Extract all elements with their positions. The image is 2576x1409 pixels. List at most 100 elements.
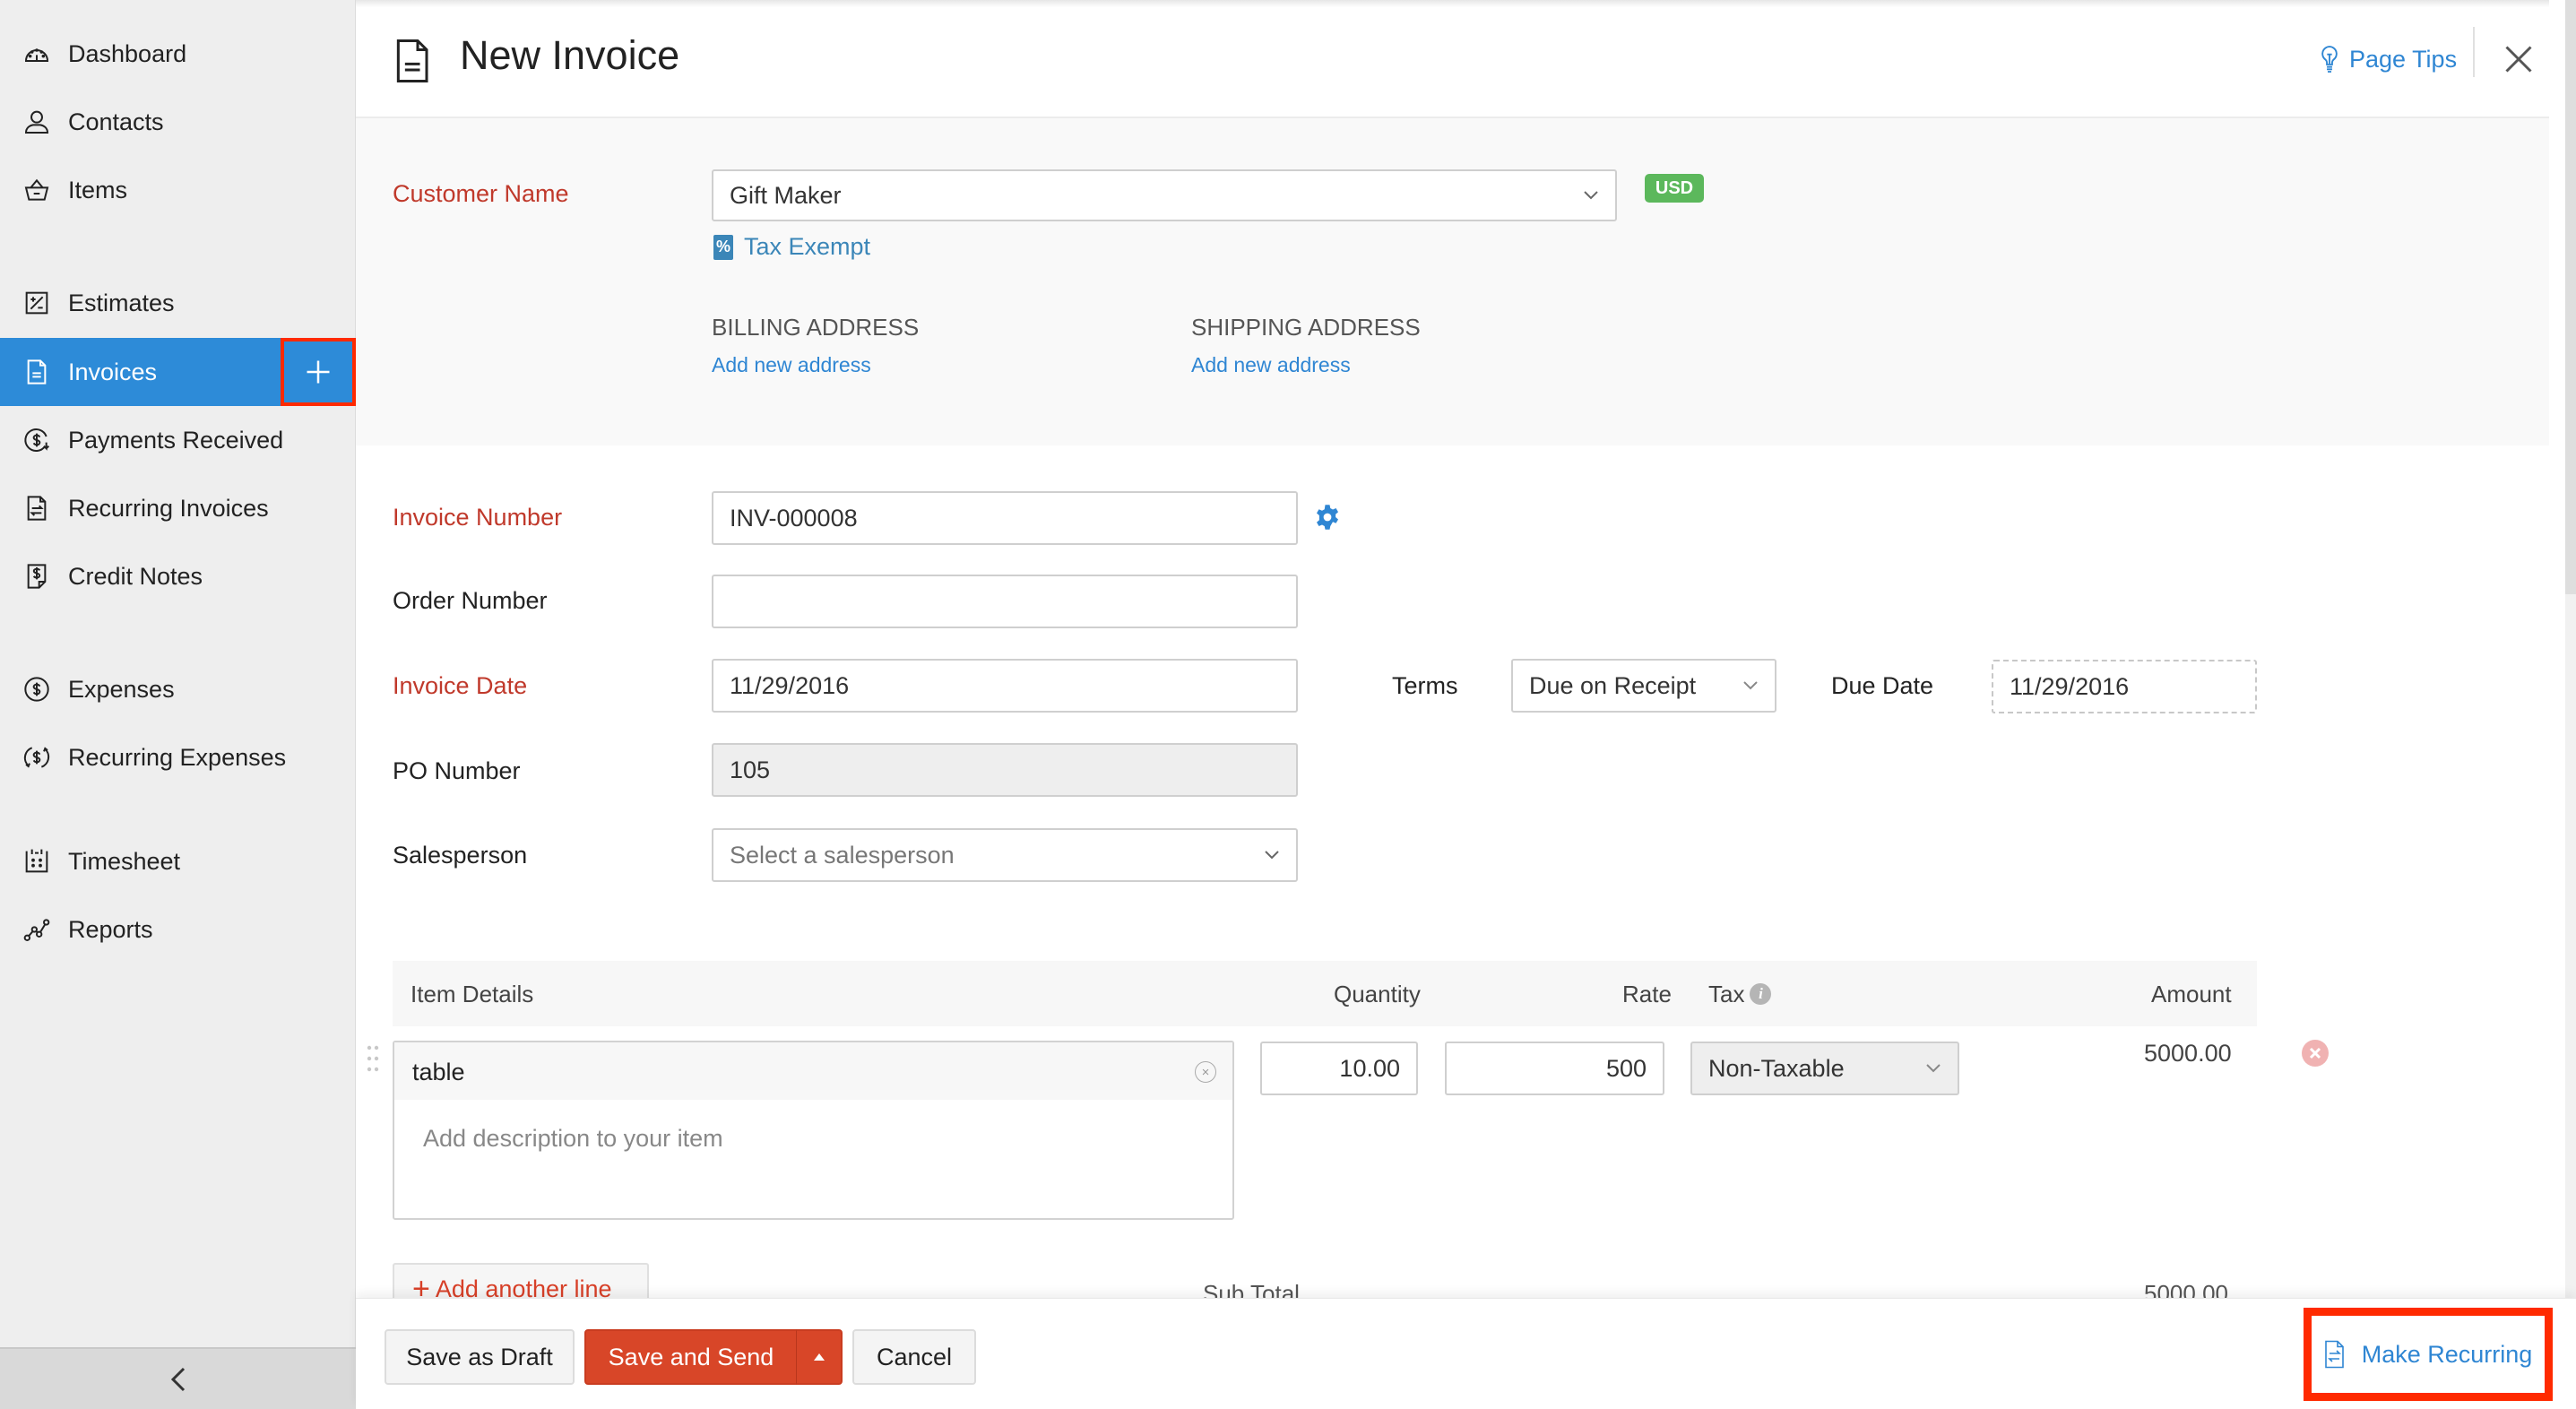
caret-up-icon	[813, 1353, 825, 1361]
invoice-number-value: INV-000008	[730, 504, 858, 532]
po-number-value: 105	[730, 756, 771, 783]
footer-bar: Save as Draft Save and Send Cancel Make …	[356, 1298, 2576, 1409]
sidebar-item-label: Reports	[68, 915, 153, 943]
shipping-add-address-link[interactable]: Add new address	[1191, 353, 1351, 377]
expense-icon	[22, 674, 52, 704]
terms-value: Due on Receipt	[1529, 671, 1697, 699]
salesperson-label: Salesperson	[393, 842, 528, 869]
amount-value: 5000.00	[2144, 1040, 2232, 1067]
chevron-down-icon	[1265, 851, 1279, 860]
page-title: New Invoice	[460, 32, 680, 78]
sidebar-item-label: Items	[68, 176, 128, 203]
save-and-send-button[interactable]: Save and Send	[584, 1329, 798, 1385]
credit-note-icon	[22, 561, 52, 592]
billing-add-address-link[interactable]: Add new address	[712, 353, 871, 377]
basket-icon	[22, 175, 52, 205]
reports-icon	[22, 914, 52, 945]
sidebar-item-label: Expenses	[68, 675, 175, 703]
sidebar-item-label: Recurring Expenses	[68, 743, 287, 771]
due-date-input[interactable]: 11/29/2016	[1992, 660, 2257, 713]
invoice-date-label: Invoice Date	[393, 672, 528, 699]
collapse-sidebar-button[interactable]	[0, 1347, 356, 1409]
column-header-item-details: Item Details	[411, 981, 534, 1007]
sidebar-item-label: Invoices	[68, 358, 158, 385]
cancel-button[interactable]: Cancel	[852, 1329, 976, 1385]
info-icon[interactable]: i	[1750, 983, 1772, 1006]
item-description-input[interactable]: Add description to your item	[394, 1100, 1232, 1218]
recurring-invoice-icon	[2324, 1340, 2344, 1369]
salesperson-placeholder: Select a salesperson	[730, 841, 955, 869]
recurring-expense-icon	[22, 742, 52, 773]
sidebar-item-contacts[interactable]: Contacts	[0, 88, 356, 156]
gear-icon[interactable]	[1314, 504, 1341, 531]
sidebar-item-recurring-invoices[interactable]: Recurring Invoices	[0, 474, 356, 542]
page-tips-label: Page Tips	[2349, 45, 2458, 73]
quantity-value: 10.00	[1339, 1054, 1400, 1082]
drag-handle-icon[interactable]	[367, 1044, 379, 1073]
item-name-input[interactable]: table ×	[394, 1042, 1232, 1100]
remove-row-button[interactable]	[2302, 1040, 2329, 1067]
item-description-placeholder: Add description to your item	[423, 1125, 723, 1152]
plus-icon	[307, 360, 330, 384]
invoice-date-input[interactable]: 11/29/2016	[712, 659, 1298, 713]
billing-address-heading: BILLING ADDRESS	[712, 314, 920, 341]
po-number-input[interactable]: 105	[712, 743, 1298, 797]
tax-exempt-link[interactable]: % Tax Exempt	[713, 233, 870, 261]
chevron-left-icon	[170, 1367, 185, 1391]
order-number-input[interactable]	[712, 575, 1298, 628]
new-invoice-button[interactable]	[281, 338, 356, 406]
item-name-value: table	[412, 1059, 465, 1085]
lightbulb-icon	[2321, 46, 2338, 73]
customer-name-label: Customer Name	[393, 180, 569, 207]
customer-section	[356, 118, 2549, 445]
sidebar-item-expenses[interactable]: Expenses	[0, 655, 356, 723]
rate-input[interactable]: 500	[1445, 1042, 1664, 1095]
make-recurring-label: Make Recurring	[2361, 1340, 2533, 1368]
order-number-label: Order Number	[393, 587, 548, 614]
top-shadow	[356, 0, 2549, 7]
dashboard-icon	[22, 39, 52, 69]
clear-icon[interactable]: ×	[1195, 1061, 1216, 1083]
chevron-down-icon	[1926, 1064, 1941, 1073]
sidebar-item-timesheet[interactable]: Timesheet	[0, 827, 356, 895]
column-header-rate: Rate	[1622, 981, 1672, 1007]
sidebar-item-dashboard[interactable]: Dashboard	[0, 20, 356, 88]
column-header-tax: Tax i	[1708, 981, 1772, 1008]
scrollbar-thumb[interactable]	[2565, 0, 2576, 594]
timesheet-icon	[22, 846, 52, 877]
sidebar-item-items[interactable]: Items	[0, 156, 356, 224]
sidebar-item-label: Estimates	[68, 289, 175, 316]
sidebar-item-invoices[interactable]: Invoices	[0, 338, 281, 406]
sidebar-item-reports[interactable]: Reports	[0, 895, 356, 964]
sidebar-item-label: Dashboard	[68, 39, 187, 67]
salesperson-select[interactable]: Select a salesperson	[712, 828, 1298, 882]
table-row: table × Add description to your item	[393, 1041, 1234, 1220]
tax-header-label: Tax	[1708, 981, 1745, 1007]
invoice-icon	[22, 357, 52, 387]
shipping-address-heading: SHIPPING ADDRESS	[1191, 314, 1421, 341]
customer-name-select[interactable]: Gift Maker	[712, 169, 1617, 221]
column-header-quantity: Quantity	[1334, 981, 1421, 1007]
estimates-icon	[22, 288, 52, 318]
sidebar-item-payments-received[interactable]: Payments Received	[0, 406, 356, 474]
invoice-number-label: Invoice Number	[393, 504, 563, 531]
close-icon[interactable]	[2503, 43, 2535, 75]
due-date-label: Due Date	[1831, 672, 1934, 699]
tax-select[interactable]: Non-Taxable	[1690, 1042, 1959, 1095]
sidebar-item-recurring-expenses[interactable]: Recurring Expenses	[0, 723, 356, 791]
sidebar-item-estimates[interactable]: Estimates	[0, 269, 356, 337]
sidebar-item-credit-notes[interactable]: Credit Notes	[0, 542, 356, 610]
sidebar-item-label: Timesheet	[68, 847, 181, 875]
terms-select[interactable]: Due on Receipt	[1511, 659, 1776, 713]
header-divider	[2473, 27, 2475, 77]
percent-tag-icon: %	[713, 234, 733, 260]
page-tips-link[interactable]: Page Tips	[2319, 41, 2462, 77]
invoice-icon	[396, 39, 428, 82]
currency-badge: USD	[1645, 174, 1704, 203]
make-recurring-button[interactable]: Make Recurring	[2304, 1308, 2553, 1401]
save-and-send-menu-button[interactable]	[796, 1329, 843, 1385]
save-as-draft-button[interactable]: Save as Draft	[385, 1329, 575, 1385]
quantity-input[interactable]: 10.00	[1260, 1042, 1418, 1095]
invoice-number-input[interactable]: INV-000008	[712, 491, 1298, 545]
sidebar: Dashboard Contacts Items Estimates Invoi…	[0, 0, 356, 1409]
